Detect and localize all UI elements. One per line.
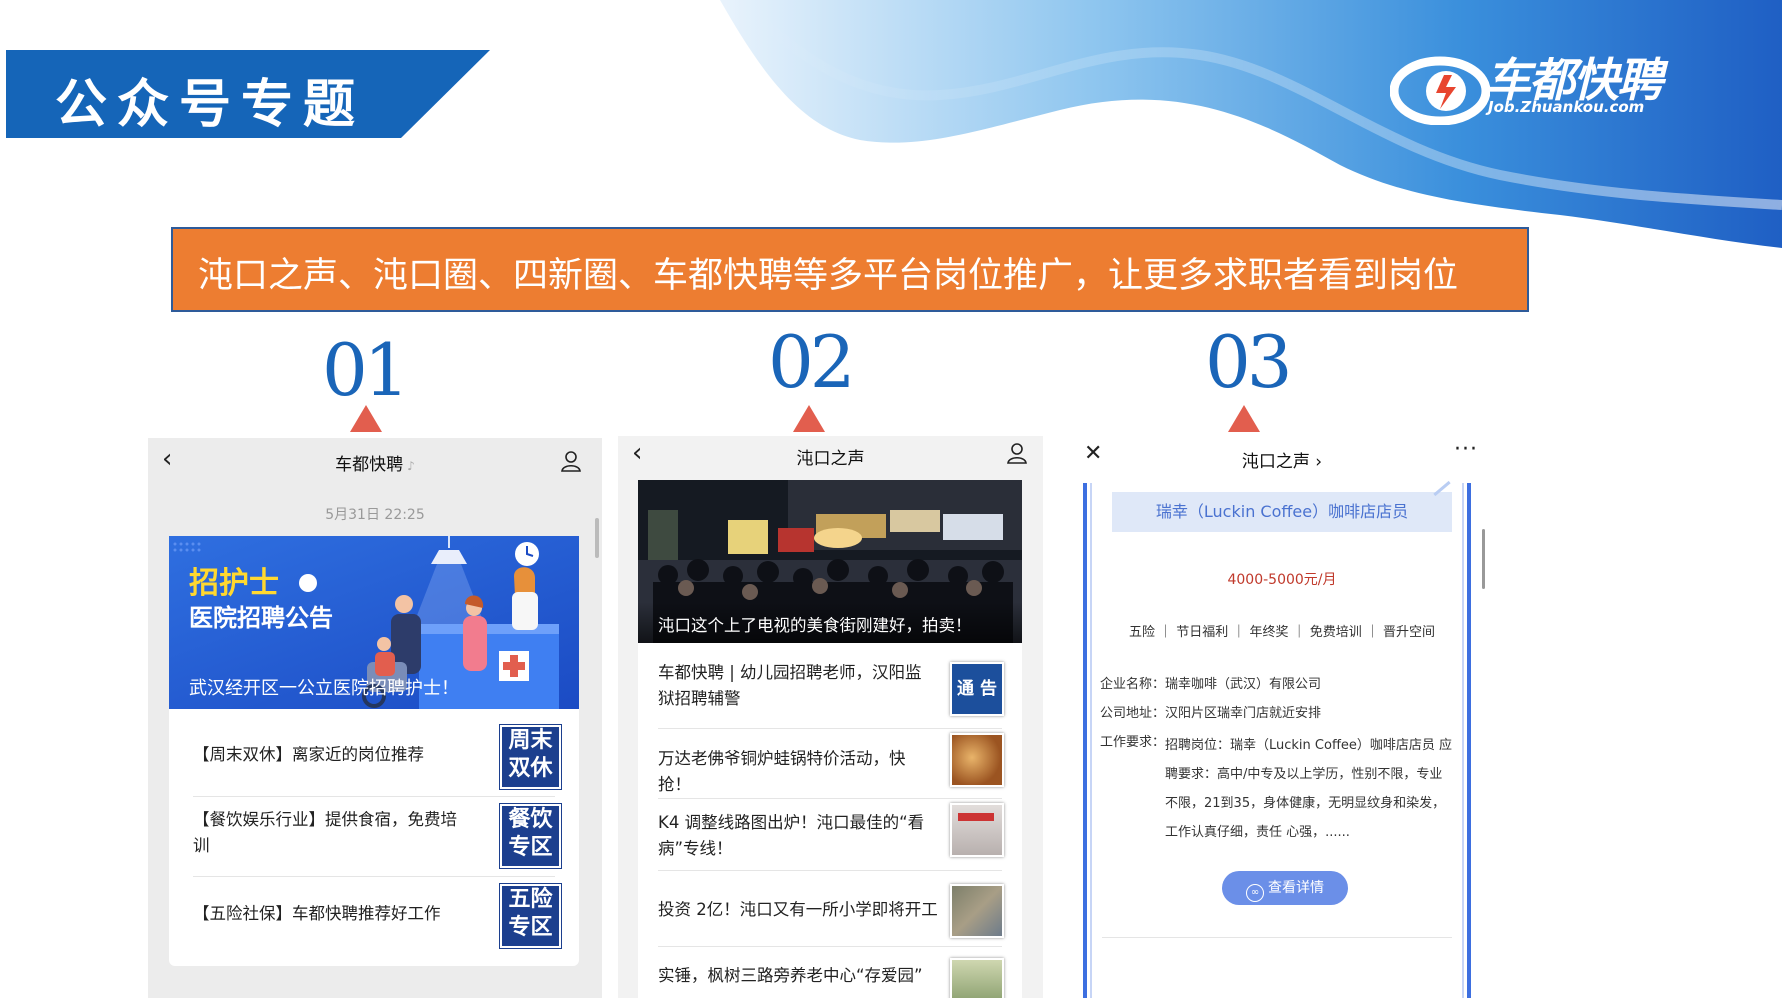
list-item-text[interactable]: 【五险社保】车都快聘推荐好工作: [193, 901, 473, 927]
nav-bar: ✕ 沌口之声 › ···: [1062, 437, 1502, 483]
divider: [658, 798, 1002, 799]
article-thumbnail[interactable]: [950, 733, 1004, 787]
list-item-text[interactable]: 【餐饮娱乐行业】提供食宿，免费培训: [193, 807, 473, 859]
frame-border-right: [1467, 483, 1471, 998]
article-thumbnail[interactable]: [950, 803, 1004, 857]
article-cover-image[interactable]: 招护士 医院招聘公告 武汉经开区一公立医院招聘护士！: [169, 536, 579, 709]
frame-border-left: [1083, 483, 1087, 998]
article-title[interactable]: 武汉经开区一公立医院招聘护士！: [189, 674, 459, 700]
company-row: 企业名称：瑞幸咖啡（武汉）有限公司: [1100, 677, 1322, 692]
logo-icon: [1390, 56, 1490, 125]
article-list-card: 沌口这个上了电视的美食街刚建好，拍卖！ 车都快聘 | 幼儿园招聘老师，汉阳监狱招…: [638, 480, 1022, 998]
profile-icon[interactable]: [560, 450, 582, 472]
hero-article-image[interactable]: 沌口这个上了电视的美食街刚建好，拍卖！: [638, 480, 1022, 643]
nav-bar: ‹ 沌口之声: [618, 436, 1043, 482]
message-timestamp: 5月31日 22:25: [325, 507, 425, 523]
requirements-text: 招聘岗位：瑞幸（Luckin Coffee）咖啡店店员 应 聘要求：高中/中专及…: [1165, 738, 1453, 840]
clock-icon: [299, 574, 317, 592]
profile-icon[interactable]: [1006, 442, 1028, 464]
benefits: 五险 ｜ 节日福利 ｜ 年终奖 ｜ 免费培训 ｜ 晋升空间: [1128, 625, 1436, 640]
divider: [658, 870, 1002, 871]
phone-screen-2: ‹ 沌口之声 沌口这个上了电视的美食街刚建好，拍卖！ 车都快聘 | 幼儿园招聘老…: [618, 436, 1043, 998]
banner-headline: 招护士: [189, 566, 279, 601]
job-title: 瑞幸（Luckin Coffee）咖啡店店员: [1112, 492, 1452, 532]
account-title: 沌口之声: [796, 449, 865, 469]
divider: [1102, 937, 1452, 938]
account-title[interactable]: 沌口之声 ›: [1062, 447, 1502, 472]
promo-text: 沌口之声、沌口圈、四新圈、车都快聘等多平台岗位推广，让更多求职者看到岗位: [198, 256, 1459, 296]
address-row: 公司地址：汉阳片区瑞幸门店就近安排: [1100, 706, 1322, 721]
mute-icon: ♪: [407, 459, 415, 473]
list-item-text[interactable]: 【周末双休】离家近的岗位推荐: [193, 742, 463, 768]
step-pointer-1: [350, 405, 382, 432]
step-number-3: 03: [1205, 320, 1293, 404]
phone-screen-1: ‹ 车都快聘 ♪ 5月31日 22:25 招护士 医院招聘公告 武汉经开区一公立…: [148, 438, 602, 998]
nav-bar: ‹ 车都快聘 ♪: [148, 438, 602, 484]
hero-article-title[interactable]: 沌口这个上了电视的美食街刚建好，拍卖！: [658, 612, 972, 636]
step-number-2: 02: [768, 320, 856, 404]
article-thumbnail[interactable]: 通 告: [950, 662, 1004, 716]
list-item-text[interactable]: 投资 2亿！沌口又有一所小学即将开工: [658, 897, 948, 923]
link-icon: ∞: [1246, 884, 1264, 902]
phone-screen-3: ✕ 沌口之声 › ··· 瑞幸（Luckin Coffee）咖啡店店员 4000…: [1062, 437, 1502, 998]
list-item-text[interactable]: 实锤，枫树三路旁养老中心“存爱园”: [658, 963, 948, 989]
divider: [658, 728, 1002, 729]
list-item-tag: 周末 双休: [500, 725, 561, 789]
banner-subhead: 医院招聘公告: [189, 604, 333, 632]
logo-url: Job.Zhuankou.com: [1488, 98, 1645, 116]
step-pointer-2: [793, 405, 825, 432]
requirements-label: 工作要求：: [1100, 735, 1166, 750]
account-title: 车都快聘: [335, 455, 404, 475]
scrollbar[interactable]: [595, 518, 599, 558]
salary: 4000-5000元/月: [1227, 572, 1337, 588]
list-item-tag: 餐饮 专区: [500, 804, 561, 868]
article-thumbnail[interactable]: [950, 884, 1004, 938]
list-item-tag: 五险 专区: [500, 884, 561, 948]
view-details-button[interactable]: ∞ 查看详情: [1222, 871, 1348, 905]
step-pointer-3: [1228, 405, 1260, 432]
article-card[interactable]: 招护士 医院招聘公告 武汉经开区一公立医院招聘护士！ 【周末双休】离家近的岗位推…: [169, 536, 579, 966]
page-title: 公众号专题: [55, 75, 366, 135]
divider: [193, 876, 555, 877]
divider: [658, 946, 1002, 947]
list-item-text[interactable]: 万达老佛爷铜炉蛙锅特价活动，快抢！: [658, 746, 938, 798]
more-icon[interactable]: ···: [1454, 437, 1478, 462]
promo-bar: 沌口之声、沌口圈、四新圈、车都快聘等多平台岗位推广，让更多求职者看到岗位: [171, 227, 1529, 312]
step-number-1: 01: [322, 328, 410, 412]
divider: [193, 796, 555, 797]
list-item-text[interactable]: K4 调整线路图出炉！沌口最佳的“看病”专线！: [658, 810, 938, 862]
scrollbar[interactable]: [1482, 529, 1485, 589]
list-item-text[interactable]: 车都快聘 | 幼儿园招聘老师，汉阳监狱招聘辅警: [658, 660, 938, 712]
article-thumbnail[interactable]: [950, 958, 1004, 998]
